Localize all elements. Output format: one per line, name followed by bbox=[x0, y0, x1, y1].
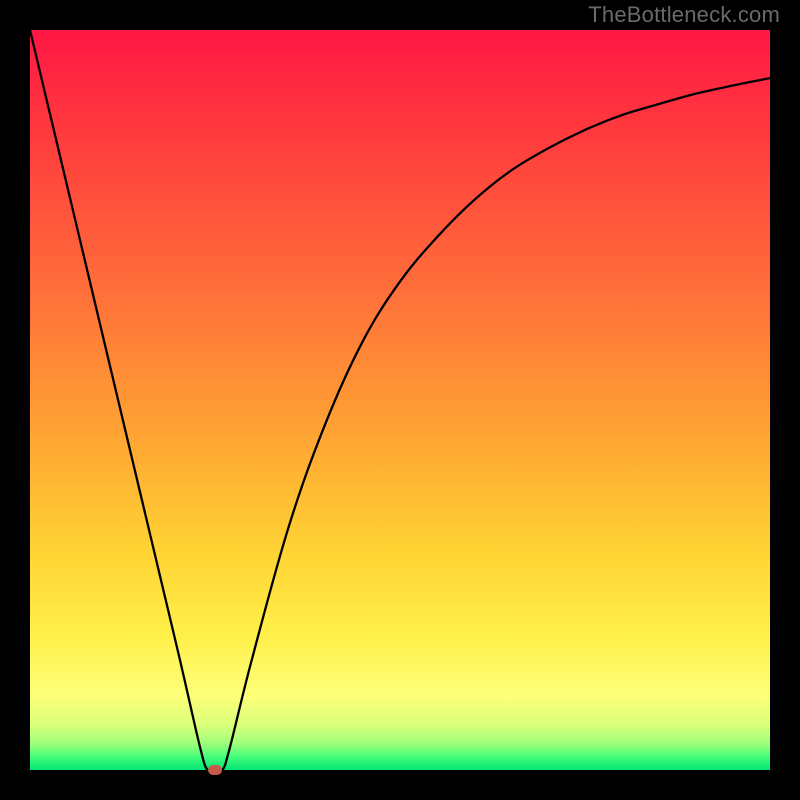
chart-container: TheBottleneck.com bbox=[0, 0, 800, 800]
curve-layer bbox=[30, 30, 770, 770]
optimal-point-marker bbox=[208, 765, 222, 775]
plot-area bbox=[30, 30, 770, 770]
watermark-text: TheBottleneck.com bbox=[588, 2, 780, 28]
bottleneck-curve bbox=[30, 30, 770, 770]
